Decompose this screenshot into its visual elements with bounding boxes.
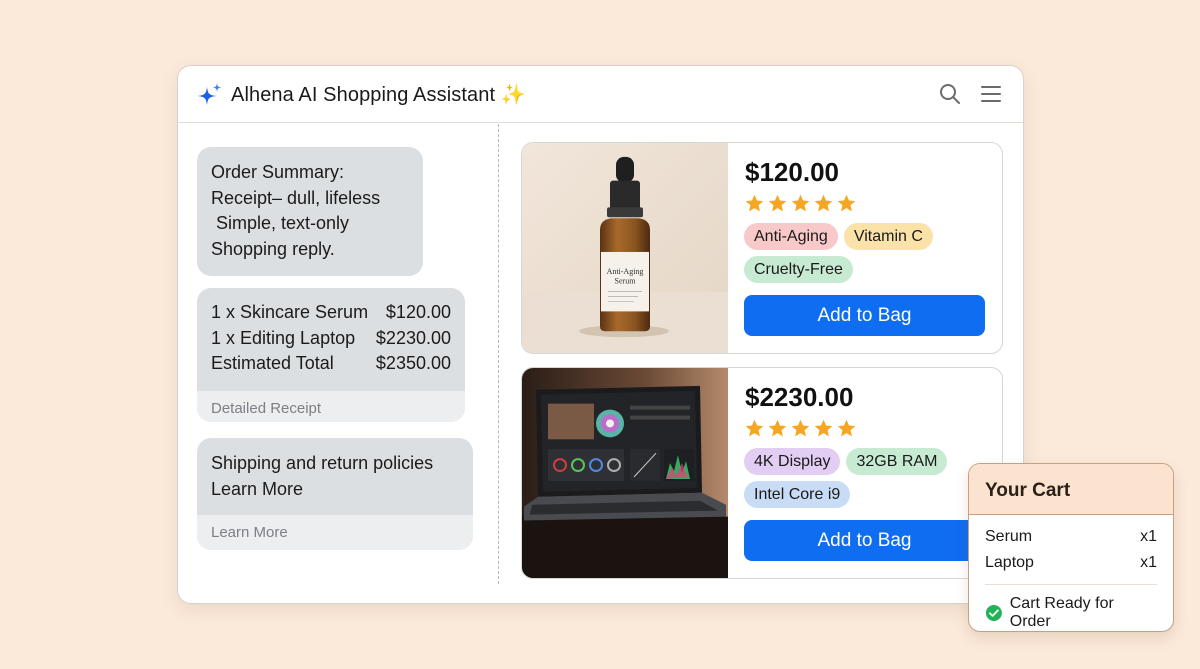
star-icon xyxy=(768,194,787,212)
product-card-serum: Anti-Aging Serum $120.00 Anti-Aging Vita… xyxy=(521,142,1003,354)
receipt-item-label: 1 x Editing Laptop xyxy=(211,327,356,348)
learn-more-link[interactable]: Learn More xyxy=(197,515,473,550)
receipt-item-value: $2230.00 xyxy=(375,327,451,348)
star-icon xyxy=(814,419,833,437)
tag-anti-aging: Anti-Aging xyxy=(744,223,838,250)
pane-divider xyxy=(498,124,499,584)
star-icon xyxy=(791,194,810,212)
product-tags: Anti-Aging Vitamin C Cruelty-Free xyxy=(744,223,994,283)
add-to-bag-button[interactable]: Add to Bag xyxy=(744,520,985,561)
add-to-bag-button[interactable]: Add to Bag xyxy=(744,295,985,336)
window-header: Alhena AI Shopping Assistant ✨ xyxy=(178,66,1023,123)
order-summary-line: Order Summary: xyxy=(211,162,345,182)
receipt-total-label: Estimated Total xyxy=(211,353,334,373)
star-icon xyxy=(745,419,764,437)
product-tags: 4K Display 32GB RAM Intel Core i9 xyxy=(744,448,994,508)
assistant-window: Alhena AI Shopping Assistant ✨ Order Sum… xyxy=(177,65,1024,604)
detailed-receipt-link[interactable]: Detailed Receipt xyxy=(197,391,465,422)
policies-bubble: Shipping and return policies Learn More … xyxy=(197,438,473,550)
order-summary-line: Simple, text-only xyxy=(211,213,350,233)
cart-panel: Your Cart Serum x1 Laptop x1 Cart Ready … xyxy=(968,463,1174,632)
cart-title: Your Cart xyxy=(969,464,1173,515)
product-card-laptop: $2230.00 4K Display 32GB RAM Intel Core … xyxy=(521,367,1003,579)
product-price: $120.00 xyxy=(745,157,839,187)
cart-item-name: Serum xyxy=(985,528,1033,545)
rating-stars xyxy=(744,193,857,214)
star-icon xyxy=(837,419,856,437)
search-icon[interactable] xyxy=(938,82,962,106)
cart-item-name: Laptop xyxy=(985,554,1034,571)
tag-4k-display: 4K Display xyxy=(744,448,841,475)
tag-intel-core-i9: Intel Core i9 xyxy=(744,481,851,508)
check-circle-icon xyxy=(985,605,1002,621)
bottle-label: Anti-Aging xyxy=(607,267,644,276)
serum-bottle-image: Anti-Aging Serum xyxy=(522,143,728,353)
receipt-bubble: 1 x Skincare Serum $120.00 1 x Editing L… xyxy=(197,288,465,422)
tag-cruelty-free: Cruelty-Free xyxy=(744,256,853,283)
cart-item: Serum x1 xyxy=(985,524,1157,550)
cart-item-qty: x1 xyxy=(1140,528,1157,545)
tag-32gb-ram: 32GB RAM xyxy=(846,448,948,475)
rating-stars xyxy=(744,418,857,439)
star-icon xyxy=(837,194,856,212)
app-title: Alhena AI Shopping Assistant ✨ xyxy=(231,84,526,106)
star-icon xyxy=(814,194,833,212)
tag-vitamin-c: Vitamin C xyxy=(843,223,933,250)
star-icon xyxy=(768,419,787,437)
receipt-total-value: $2350.00 xyxy=(375,353,451,373)
menu-icon[interactable] xyxy=(979,82,1003,106)
sparkle-icon xyxy=(198,83,222,105)
receipt-item-value: $120.00 xyxy=(385,302,451,322)
cart-items: Serum x1 Laptop x1 xyxy=(969,515,1173,576)
receipt-item-label: 1 x Skincare Serum xyxy=(211,302,369,322)
product-price: $2230.00 xyxy=(745,382,854,412)
policies-line: Learn More xyxy=(211,478,304,499)
receipt-total-row: Estimated Total $2350.00 xyxy=(197,351,465,377)
star-icon xyxy=(745,194,764,212)
cart-item: Laptop x1 xyxy=(985,550,1157,576)
cart-status-label: Cart Ready for Order xyxy=(1009,595,1114,630)
cart-status: Cart Ready for Order xyxy=(969,585,1173,631)
star-icon xyxy=(791,419,810,437)
receipt-row: 1 x Editing Laptop $2230.00 xyxy=(197,326,465,352)
order-summary-line: Receipt– dull, lifeless xyxy=(211,187,381,208)
laptop-image xyxy=(522,368,728,578)
cart-item-qty: x1 xyxy=(1140,554,1157,571)
receipt-row: 1 x Skincare Serum $120.00 xyxy=(197,300,465,326)
order-summary-bubble: Order Summary: Receipt– dull, lifeless S… xyxy=(197,147,423,276)
svg-text:Serum: Serum xyxy=(615,277,637,286)
policies-line: Shipping and return policies xyxy=(211,453,434,473)
order-summary-line: Shopping reply. xyxy=(211,238,335,259)
